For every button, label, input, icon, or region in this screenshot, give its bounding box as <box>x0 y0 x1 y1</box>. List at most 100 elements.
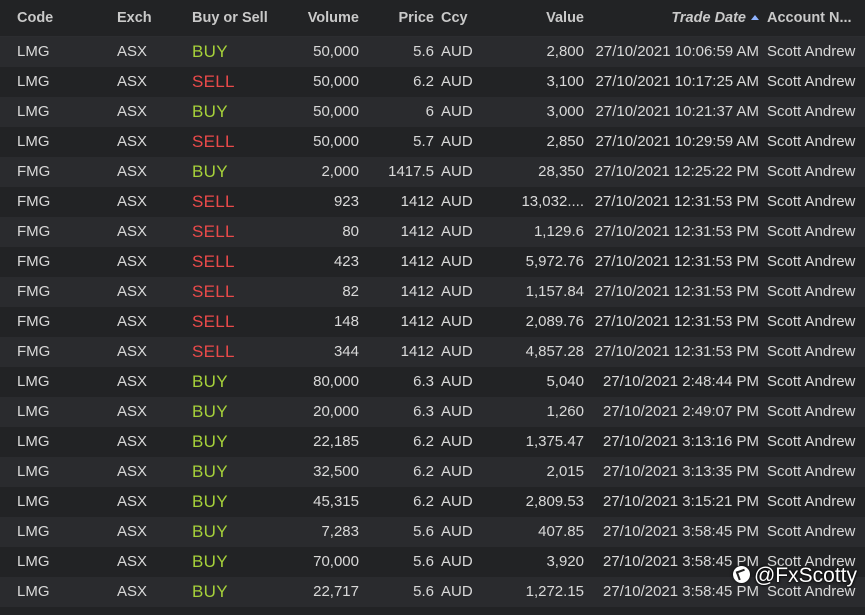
cell-value: 13,032.... <box>521 193 584 210</box>
cell-value: 407.85 <box>538 523 584 540</box>
cell-account-name: Scott Andrew <box>767 523 856 540</box>
cell-price: 6.2 <box>413 463 434 480</box>
table-row[interactable]: FMG ASX SELL 80 1412 AUD 1,129.6 27/10/2021 12:… <box>0 217 865 247</box>
table-row[interactable]: FMG ASX BUY 2,000 1417.5 AUD 28,350 27/10/2021 … <box>0 157 865 187</box>
cell-buy-or-sell: SELL <box>192 252 235 271</box>
table-row[interactable]: FMG ASX SELL 82 1412 AUD 1,157.84 27/10/2021 12… <box>0 277 865 307</box>
cell-value: 2,850 <box>546 133 584 150</box>
cell-ccy: AUD <box>441 553 473 570</box>
cell-account-name: Scott Andrew <box>767 403 856 420</box>
cell-price: 1417.5 <box>388 163 434 180</box>
cell-ccy: AUD <box>441 583 473 600</box>
table-row[interactable]: LMG ASX BUY 20,000 6.3 AUD 1,260 27/10/2021 2:4… <box>0 397 865 427</box>
cell-volume: 423 <box>333 253 359 270</box>
cell-volume: 50,000 <box>313 73 359 90</box>
cell-trade-date: 27/10/2021 12:31:53 PM <box>594 223 759 240</box>
cell-buy-or-sell: BUY <box>192 582 228 601</box>
table-row[interactable]: LMG ASX BUY 50,000 5.6 AUD 2,800 27/10/2021 10:… <box>0 37 865 67</box>
column-header-ccy[interactable]: Ccy <box>441 0 491 37</box>
cell-ccy: AUD <box>441 433 473 450</box>
table-row[interactable]: LMG ASX SELL 50,000 5.7 AUD 2,850 27/10/2021 10… <box>0 127 865 157</box>
table-row[interactable]: FMG ASX SELL 923 1412 AUD 13,032.... 27/10/2021… <box>0 187 865 217</box>
cell-code: FMG <box>17 313 51 330</box>
cell-buy-or-sell: BUY <box>192 372 228 391</box>
table-row[interactable]: FMG ASX SELL 423 1412 AUD 5,972.76 27/10/2021 1… <box>0 247 865 277</box>
grid-header: Code Exch Buy or Sell Volume Price Ccy V… <box>0 0 865 37</box>
cell-value: 28,350 <box>538 163 584 180</box>
cell-account-name: Scott Andrew <box>767 433 856 450</box>
cell-ccy: AUD <box>441 43 473 60</box>
cell-ccy: AUD <box>441 253 473 270</box>
cell-code: FMG <box>17 253 51 270</box>
cell-price: 1412 <box>400 343 434 360</box>
cell-code: LMG <box>17 583 50 600</box>
cell-exch: ASX <box>117 373 148 390</box>
column-header-exch[interactable]: Exch <box>117 0 187 37</box>
cell-exch: ASX <box>117 583 148 600</box>
cell-volume: 2,000 <box>321 163 359 180</box>
cell-trade-date: 27/10/2021 2:49:07 PM <box>603 403 759 420</box>
cell-trade-date: 27/10/2021 10:17:25 AM <box>595 73 759 90</box>
cell-code: FMG <box>17 193 51 210</box>
cell-trade-date: 27/10/2021 12:31:53 PM <box>594 253 759 270</box>
cell-account-name: Scott Andrew <box>767 373 856 390</box>
column-header-trade-date[interactable]: Trade Date <box>588 0 759 37</box>
table-row[interactable]: LMG ASX SELL 50,000 6.2 AUD 3,100 27/10/2021 10… <box>0 67 865 97</box>
cell-value: 4,857.28 <box>525 343 584 360</box>
cell-volume: 50,000 <box>313 133 359 150</box>
cell-exch: ASX <box>117 343 148 360</box>
cell-value: 2,800 <box>546 43 584 60</box>
cell-buy-or-sell: SELL <box>192 132 235 151</box>
cell-code: FMG <box>17 283 51 300</box>
cell-exch: ASX <box>117 73 148 90</box>
cell-account-name: Scott Andrew <box>767 283 856 300</box>
cell-price: 6 <box>425 103 434 120</box>
cell-buy-or-sell: BUY <box>192 402 228 421</box>
cell-value: 1,272.15 <box>525 583 584 600</box>
column-header-volume[interactable]: Volume <box>285 0 359 37</box>
cell-volume: 45,315 <box>313 493 359 510</box>
cell-price: 5.6 <box>413 553 434 570</box>
table-row[interactable]: FMG ASX SELL 344 1412 AUD 4,857.28 27/10/2021 1… <box>0 337 865 367</box>
column-header-account-name[interactable]: Account N... <box>767 0 865 37</box>
sort-ascending-icon[interactable] <box>751 14 759 20</box>
table-row[interactable]: FMG ASX SELL 148 1412 AUD 2,089.76 27/10/2021 1… <box>0 307 865 337</box>
column-header-buy-or-sell[interactable]: Buy or Sell <box>192 0 282 37</box>
cell-price: 1412 <box>400 193 434 210</box>
cell-ccy: AUD <box>441 523 473 540</box>
cell-trade-date: 27/10/2021 2:48:44 PM <box>603 373 759 390</box>
cell-volume: 22,717 <box>313 583 359 600</box>
cell-code: LMG <box>17 73 50 90</box>
cell-price: 1412 <box>400 283 434 300</box>
table-row[interactable]: LMG ASX BUY 45,315 6.2 AUD 2,809.53 27/10/2021 … <box>0 487 865 517</box>
cell-ccy: AUD <box>441 463 473 480</box>
column-header-value[interactable]: Value <box>494 0 584 37</box>
cell-buy-or-sell: BUY <box>192 492 228 511</box>
cell-price: 5.6 <box>413 43 434 60</box>
column-header-price[interactable]: Price <box>363 0 434 37</box>
cell-ccy: AUD <box>441 493 473 510</box>
column-header-code[interactable]: Code <box>17 0 107 37</box>
table-row[interactable]: LMG ASX BUY 7,283 5.6 AUD 407.85 27/10/2021 3:5… <box>0 517 865 547</box>
cell-code: LMG <box>17 103 50 120</box>
cell-exch: ASX <box>117 283 148 300</box>
table-row[interactable]: LMG ASX BUY 50,000 6 AUD 3,000 27/10/2021 10:21… <box>0 97 865 127</box>
cell-price: 1412 <box>400 253 434 270</box>
cell-account-name: Scott Andrew <box>767 313 856 330</box>
cell-trade-date: 27/10/2021 12:31:53 PM <box>594 283 759 300</box>
cell-volume: 82 <box>342 283 359 300</box>
cell-price: 1412 <box>400 223 434 240</box>
cell-trade-date: 27/10/2021 10:21:37 AM <box>595 103 759 120</box>
cell-code: LMG <box>17 43 50 60</box>
cell-exch: ASX <box>117 463 148 480</box>
cell-exch: ASX <box>117 403 148 420</box>
table-row[interactable]: LMG ASX BUY 80,000 6.3 AUD 5,040 27/10/2021 2:4… <box>0 367 865 397</box>
cell-account-name: Scott Andrew <box>767 193 856 210</box>
table-row[interactable]: LMG ASX BUY 32,500 6.2 AUD 2,015 27/10/2021 3:1… <box>0 457 865 487</box>
cell-code: LMG <box>17 403 50 420</box>
table-row[interactable]: LMG ASX BUY 22,185 6.2 AUD 1,375.47 27/10/2021 … <box>0 427 865 457</box>
cell-exch: ASX <box>117 433 148 450</box>
cell-trade-date: 27/10/2021 10:06:59 AM <box>595 43 759 60</box>
cell-buy-or-sell: SELL <box>192 282 235 301</box>
cell-trade-date: 27/10/2021 12:31:53 PM <box>594 193 759 210</box>
